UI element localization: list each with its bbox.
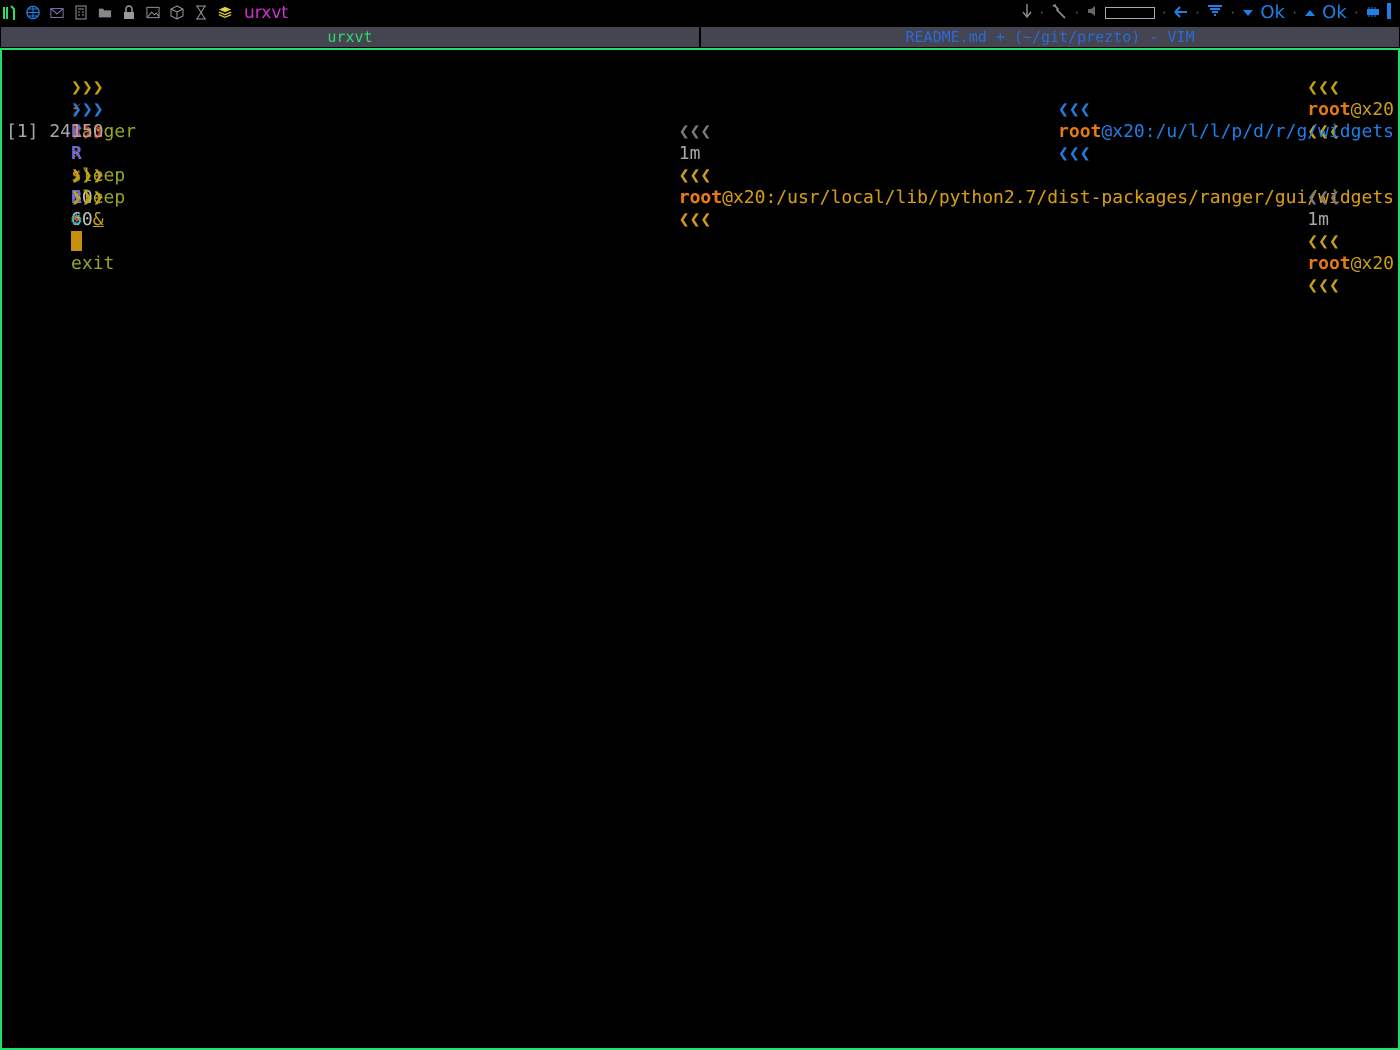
username: root — [678, 187, 723, 208]
tools-icon[interactable] — [2, 4, 16, 20]
download-arrow-icon — [1022, 3, 1032, 23]
separator-dot: · — [1352, 5, 1360, 20]
terminal-window[interactable]: ❯❯❯ ⚡ ranger ❮❮❮ root@x20 ❮❮❮ ❯❯❯ R ⚡ sl… — [0, 48, 1400, 1050]
tab-urxvt[interactable]: urxvt — [0, 26, 700, 48]
terminal-line: ❯❯❯ R ⚙ ⚡ exit ❮❮❮ root@x20:/usr/local/l… — [6, 143, 1394, 274]
terminal-line: ❯❯❯ ⚡ ❮❮❮ 1m ❮❮❮ root@x20 ❮❮❮ — [6, 165, 1394, 296]
rprompt-arrows: ❮❮❮ — [1307, 231, 1340, 252]
separator-dot: · — [1290, 5, 1299, 20]
volume-icon[interactable] — [1087, 3, 1099, 22]
lock-icon[interactable] — [122, 5, 136, 20]
launcher-bar: urxvt — [2, 0, 288, 25]
globe-icon[interactable] — [26, 5, 40, 20]
wifi-icon[interactable] — [1207, 3, 1223, 22]
battery-icon — [1386, 2, 1396, 24]
separator-dot: · — [1229, 5, 1237, 20]
bolt-icon: ⚡ — [71, 209, 82, 230]
mail-icon[interactable] — [50, 6, 64, 20]
hostname: @x20 — [1350, 253, 1394, 274]
cube-icon[interactable] — [170, 5, 184, 20]
separator-dot: · — [1038, 5, 1046, 20]
text-cursor[interactable] — [71, 231, 83, 251]
calculator-icon[interactable] — [74, 5, 88, 20]
folder-icon[interactable] — [98, 6, 112, 20]
rprompt-end-arrows: ❮❮❮ — [1307, 275, 1340, 296]
window-title: urxvt — [244, 2, 289, 23]
upload-speed-icon — [1304, 3, 1316, 22]
tab-vim-readme[interactable]: README.md + (~/git/prezto) - VIM — [700, 26, 1400, 48]
terminal-line: [1] 24150 — [6, 121, 1394, 143]
prompt-arrows: ❯❯❯ — [71, 187, 104, 208]
separator-dot: · — [1193, 5, 1202, 20]
username: root — [1307, 253, 1351, 274]
job-output: [1] 24150 — [6, 121, 104, 142]
memory-icon — [1366, 3, 1380, 22]
duration-arrows: ❮❮❮ — [1307, 187, 1340, 208]
download-speed-icon — [1242, 3, 1254, 22]
terminal-line: ❯❯❯ R ⚡ sleep 60 ❮❮❮ root@x20:/u/l/l/p/d… — [6, 77, 1394, 208]
download-status: Ok — [1260, 2, 1285, 23]
network-icon[interactable] — [1174, 3, 1188, 22]
terminal-line: ❯❯❯ R ⚡ sleep 60& ❮❮❮ 1m ❮❮❮ root@x20:/u… — [6, 99, 1394, 230]
separator-dot: · — [1160, 5, 1168, 20]
rprompt-end-arrows: ❮❮❮ — [678, 209, 712, 230]
separator-dot: · — [1073, 5, 1081, 20]
layers-icon — [218, 6, 232, 20]
volume-bar[interactable] — [1104, 6, 1155, 19]
wrench-icon[interactable] — [1051, 3, 1067, 23]
hourglass-icon[interactable] — [194, 5, 208, 20]
system-tray: · · · · · Ok · Ok · — [1022, 0, 1396, 25]
image-icon[interactable] — [146, 6, 160, 20]
upload-status: Ok — [1322, 2, 1347, 23]
top-panel: urxvt · · · · · Ok · Ok · — [0, 0, 1400, 25]
duration: 1m — [1307, 209, 1329, 230]
tab-bar: urxvt README.md + (~/git/prezto) - VIM — [0, 26, 1400, 48]
terminal-line: ❯❯❯ ⚡ ranger ❮❮❮ root@x20 ❮❮❮ — [6, 55, 1394, 142]
